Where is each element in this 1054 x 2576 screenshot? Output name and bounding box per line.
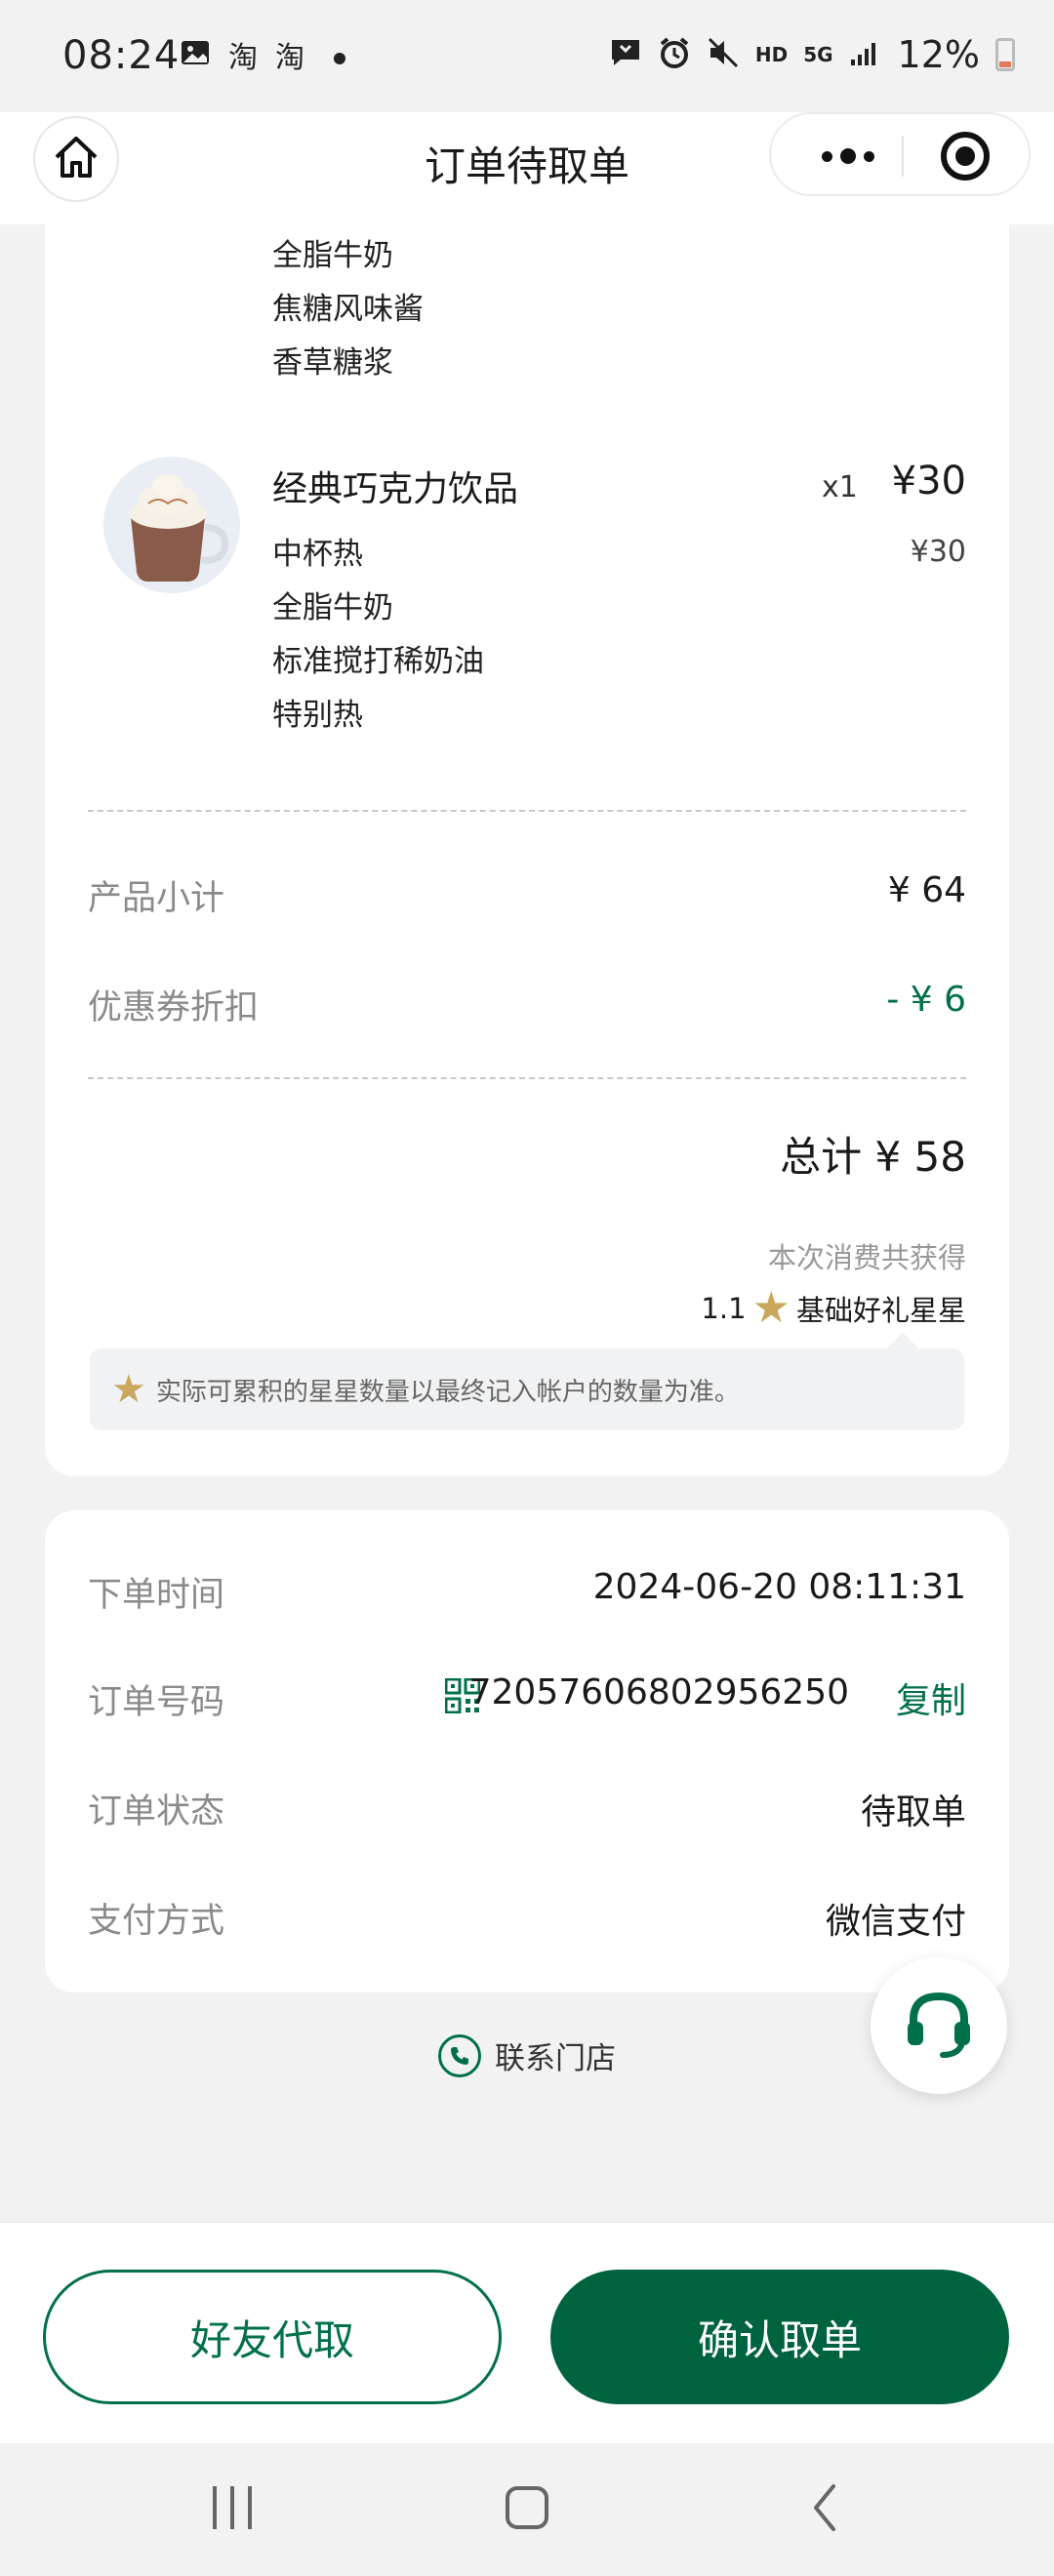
- divider: [88, 1077, 966, 1079]
- order-time-value: 2024-06-20 08:11:31: [592, 1567, 966, 1607]
- product-price: ¥30: [891, 459, 966, 503]
- more-icon: [822, 150, 832, 162]
- payment-value: 微信支付: [825, 1902, 966, 1942]
- more-button[interactable]: [804, 114, 892, 198]
- subtotal-value: ¥ 64: [887, 870, 966, 910]
- signal-icon: [849, 38, 882, 71]
- system-nav-bar: [0, 2443, 1054, 2576]
- prev-item-option: 焦糖风味酱: [272, 292, 424, 327]
- divider: [88, 810, 966, 812]
- headset-icon: [900, 1985, 978, 2067]
- taobao-icon: 淘: [275, 40, 304, 75]
- alarm-icon: [658, 36, 691, 73]
- stars-note-text: 实际可累积的星星数量以最终记入帐户的数量为准。: [155, 1377, 740, 1407]
- notification-dot-icon: [334, 52, 345, 64]
- product-name: 经典巧克力饮品: [272, 469, 519, 509]
- order-info-card: 下单时间 2024-06-20 08:11:31 订单号码 7205760680…: [45, 1510, 1009, 1992]
- product-qty: x1: [822, 470, 858, 504]
- phone-icon: [438, 2033, 481, 2077]
- product-unit-price: ¥30: [910, 535, 966, 569]
- prev-item-option: 全脂牛奶: [272, 238, 393, 273]
- app-header: 订单待取单: [0, 112, 1054, 224]
- star-icon: ★: [111, 1367, 146, 1412]
- battery-icon: [995, 38, 1015, 71]
- confirm-pickup-button[interactable]: 确认取单: [550, 2270, 1009, 2404]
- battery-text: 12%: [897, 33, 980, 76]
- image-icon: [180, 37, 211, 79]
- earn-label: 基础好礼星星: [795, 1294, 966, 1327]
- discount-value: - ¥ 6: [886, 980, 966, 1020]
- order-status-label: 订单状态: [88, 1792, 225, 1831]
- order-number-label: 订单号码: [88, 1683, 225, 1722]
- mute-icon: [707, 36, 740, 73]
- product-option: 全脂牛奶: [272, 590, 393, 625]
- customer-service-button[interactable]: [871, 1957, 1007, 2094]
- order-total: 总计 ¥ 58: [780, 1133, 966, 1181]
- status-bar: 08:24 淘 淘 HD 5G 12%: [0, 0, 1054, 112]
- order-status-value: 待取单: [860, 1792, 966, 1832]
- subtotal-label: 产品小计: [88, 879, 225, 918]
- prev-item-option: 香草糖浆: [272, 345, 393, 381]
- nav-home-icon[interactable]: [506, 2486, 548, 2529]
- payment-label: 支付方式: [88, 1902, 225, 1941]
- stars-note: ★ 实际可累积的星星数量以最终记入帐户的数量为准。: [90, 1332, 964, 1430]
- network-label: 5G: [803, 43, 833, 66]
- discount-label: 优惠券折扣: [88, 988, 260, 1027]
- product-option: 特别热: [272, 698, 363, 733]
- taobao-icon: 淘: [228, 40, 258, 75]
- order-number-value: 72057606802956250: [468, 1672, 849, 1712]
- earn-caption: 本次消费共获得: [767, 1241, 966, 1274]
- star-icon: ★: [751, 1283, 790, 1333]
- order-time-label: 下单时间: [88, 1576, 225, 1615]
- earn-stars: 1.1 ★ 基础好礼星星: [701, 1283, 966, 1333]
- recent-apps-icon[interactable]: [213, 2486, 252, 2529]
- close-button[interactable]: [941, 132, 990, 181]
- status-time: 08:24: [62, 33, 181, 78]
- message-icon: [609, 37, 642, 72]
- hd-label: HD: [754, 43, 789, 66]
- order-items-card: 全脂牛奶 焦糖风味酱 香草糖浆 经典巧克力饮品 x1 ¥30 ¥30 中杯热 全…: [45, 224, 1009, 1476]
- back-icon[interactable]: [810, 2482, 839, 2533]
- product-option: 中杯热: [272, 537, 363, 572]
- mini-program-capsule: [769, 112, 1031, 196]
- copy-button[interactable]: 复制: [896, 1672, 966, 1723]
- contact-store-label: 联系门店: [495, 2041, 616, 2076]
- product-option: 标准搅打稀奶油: [272, 644, 484, 679]
- earn-amount: 1.1: [701, 1292, 747, 1325]
- product-image: [103, 457, 240, 593]
- friend-pickup-button[interactable]: 好友代取: [43, 2270, 502, 2404]
- bottom-action-bar: 好友代取 确认取单: [0, 2221, 1054, 2443]
